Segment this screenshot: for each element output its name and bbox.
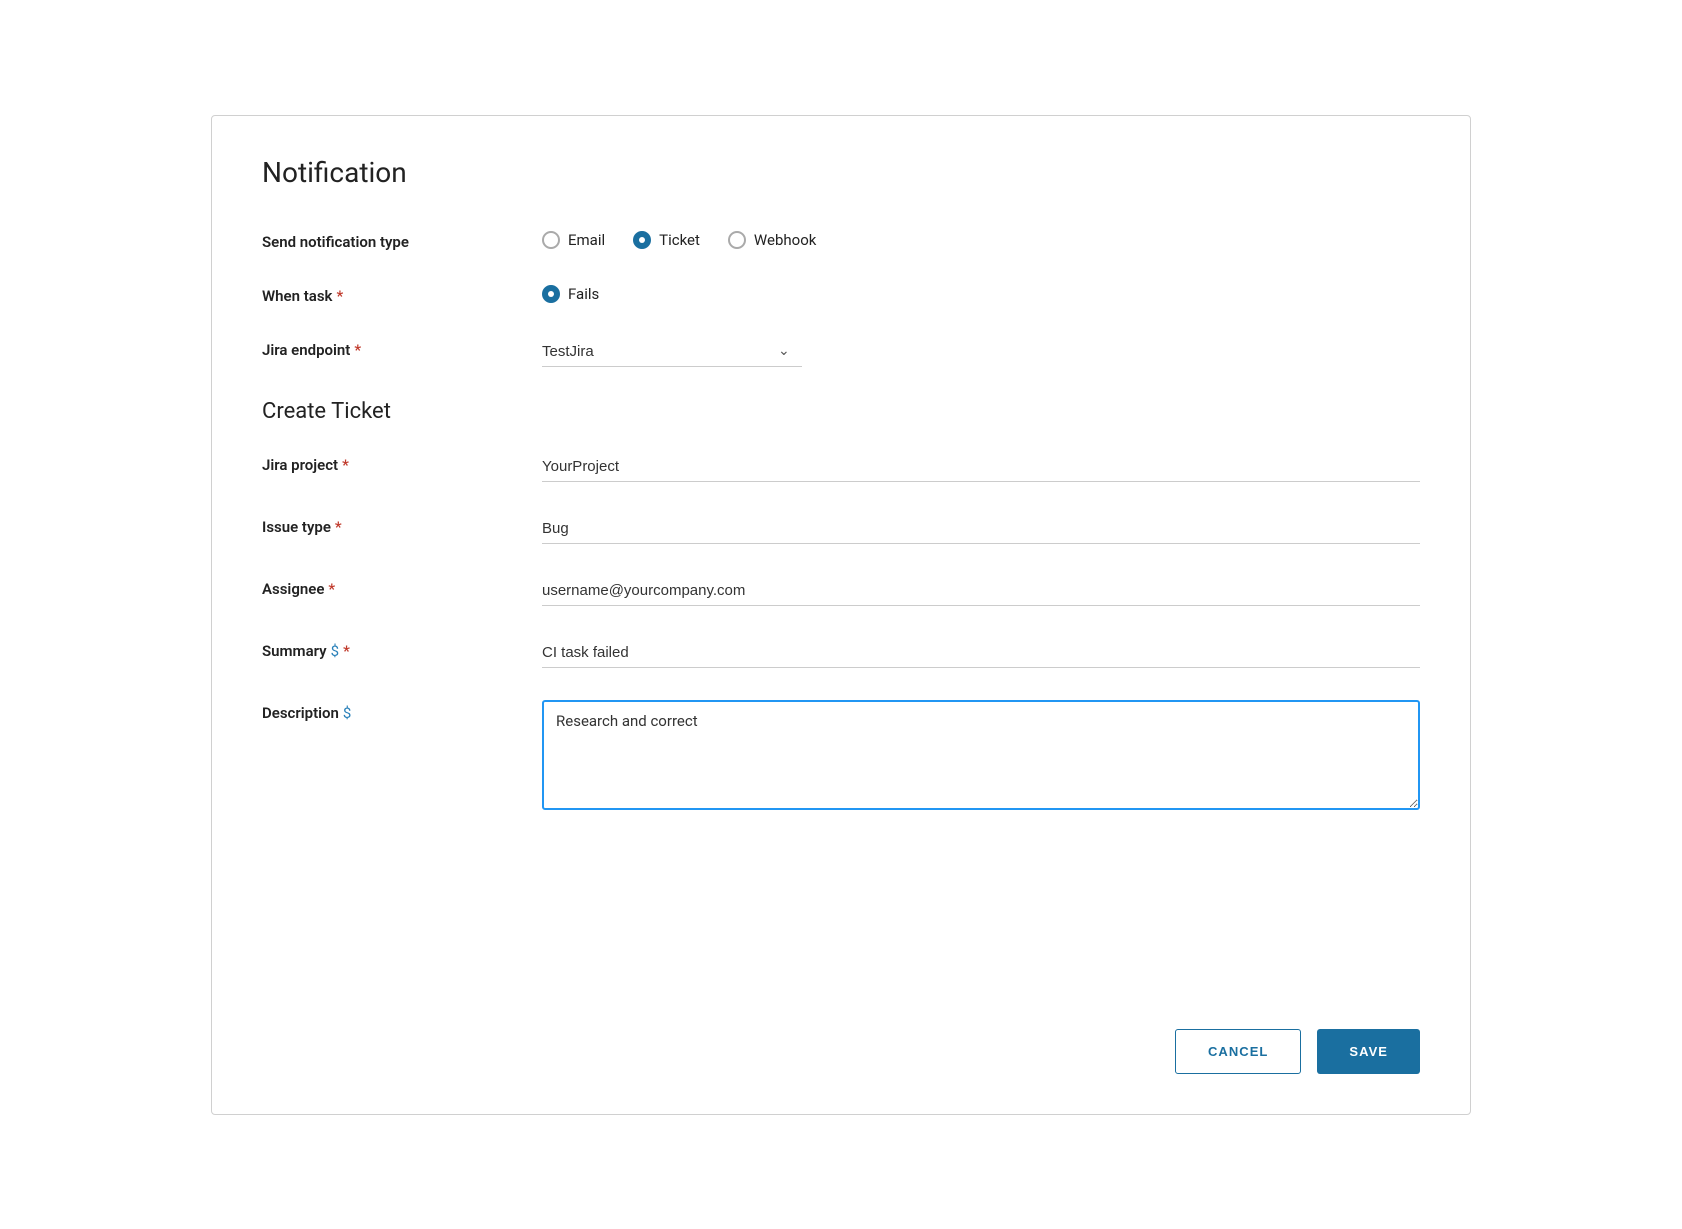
radio-email-label: Email <box>568 231 605 249</box>
jira-endpoint-dropdown-wrapper: TestJira OtherJira ⌄ <box>542 337 802 367</box>
issue-type-label: Issue type * <box>262 514 542 536</box>
radio-webhook-label: Webhook <box>754 231 816 249</box>
summary-required: * <box>343 642 350 660</box>
radio-fails-outer[interactable] <box>542 285 560 303</box>
radio-option-fails[interactable]: Fails <box>542 285 599 303</box>
jira-endpoint-row: Jira endpoint * TestJira OtherJira ⌄ <box>262 337 1420 367</box>
jira-project-field <box>542 452 1420 482</box>
send-notification-type-row: Send notification type Email Ticket <box>262 229 1420 251</box>
radio-ticket-outer[interactable] <box>633 231 651 249</box>
issue-type-input[interactable] <box>542 514 1420 544</box>
jira-project-label: Jira project * <box>262 452 542 474</box>
description-field: Research and correct <box>542 700 1420 814</box>
jira-endpoint-field: TestJira OtherJira ⌄ <box>542 337 1420 367</box>
radio-option-webhook[interactable]: Webhook <box>728 231 816 249</box>
assignee-field <box>542 576 1420 606</box>
form-section: Send notification type Email Ticket <box>262 229 1420 969</box>
summary-label: Summary$ * <box>262 638 542 660</box>
notification-modal: Notification Send notification type Emai… <box>211 115 1471 1115</box>
cancel-button[interactable]: CANCEL <box>1175 1029 1301 1074</box>
assignee-input[interactable] <box>542 576 1420 606</box>
jira-endpoint-label: Jira endpoint * <box>262 337 542 359</box>
assignee-label: Assignee * <box>262 576 542 598</box>
when-task-label: When task * <box>262 283 542 305</box>
when-task-radio-group: Fails <box>542 283 1420 303</box>
radio-option-ticket[interactable]: Ticket <box>633 231 700 249</box>
assignee-row: Assignee * <box>262 576 1420 606</box>
create-ticket-heading: Create Ticket <box>262 399 1420 424</box>
issue-type-required: * <box>335 518 342 536</box>
radio-option-email[interactable]: Email <box>542 231 605 249</box>
page-title: Notification <box>262 156 1420 189</box>
jira-project-input[interactable] <box>542 452 1420 482</box>
description-label: Description$ <box>262 700 542 722</box>
summary-input[interactable] <box>542 638 1420 668</box>
description-textarea[interactable]: Research and correct <box>542 700 1420 810</box>
when-task-required: * <box>336 287 343 305</box>
jira-endpoint-select[interactable]: TestJira OtherJira <box>542 337 802 366</box>
jira-endpoint-required: * <box>354 341 361 359</box>
radio-fails-inner <box>548 291 554 297</box>
summary-row: Summary$ * <box>262 638 1420 668</box>
issue-type-row: Issue type * <box>262 514 1420 544</box>
when-task-field: Fails <box>542 283 1420 303</box>
notification-type-radio-group: Email Ticket Webhook <box>542 229 1420 249</box>
issue-type-field <box>542 514 1420 544</box>
summary-field <box>542 638 1420 668</box>
when-task-row: When task * Fails <box>262 283 1420 305</box>
radio-fails-label: Fails <box>568 285 599 303</box>
summary-dollar: $ <box>331 642 339 660</box>
radio-webhook-outer[interactable] <box>728 231 746 249</box>
description-dollar: $ <box>343 704 351 722</box>
notification-type-field: Email Ticket Webhook <box>542 229 1420 249</box>
radio-email-outer[interactable] <box>542 231 560 249</box>
assignee-required: * <box>328 580 335 598</box>
jira-project-required: * <box>342 456 349 474</box>
save-button[interactable]: SAVE <box>1317 1029 1420 1074</box>
footer-buttons: CANCEL SAVE <box>262 1009 1420 1074</box>
radio-ticket-label: Ticket <box>659 231 700 249</box>
send-notification-type-label: Send notification type <box>262 229 542 251</box>
jira-project-row: Jira project * <box>262 452 1420 482</box>
description-row: Description$ Research and correct <box>262 700 1420 814</box>
radio-ticket-inner <box>639 237 645 243</box>
